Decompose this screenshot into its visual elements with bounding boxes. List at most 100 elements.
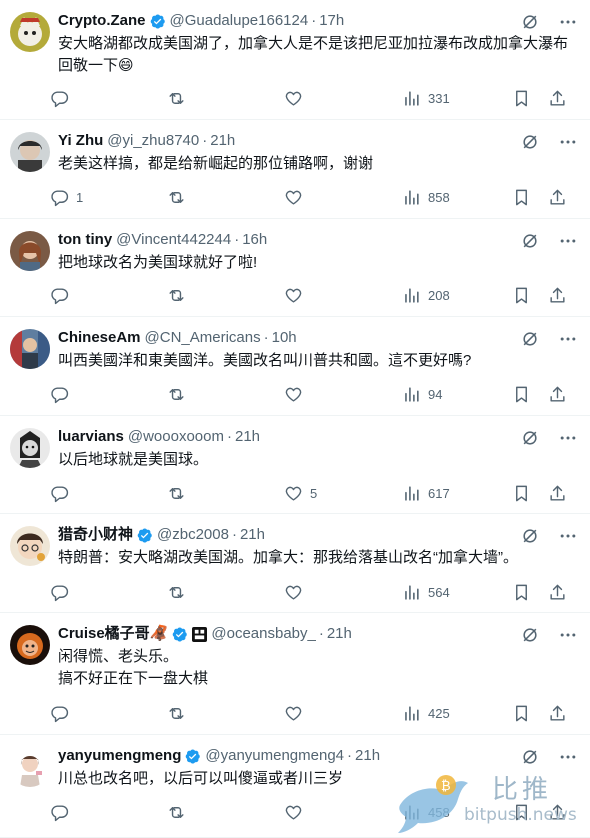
avatar[interactable] [10,526,50,566]
user-handle[interactable]: @oceansbaby_ [211,623,315,645]
reply-button[interactable] [50,383,76,405]
grok-icon[interactable] [520,329,540,349]
like-button[interactable] [284,801,310,823]
user-handle[interactable]: @zbc2008 [157,524,229,546]
avatar[interactable] [10,625,50,665]
retweet-button[interactable] [167,702,193,724]
user-handle[interactable]: @CN_Americans [145,327,261,349]
reply-button[interactable] [50,702,76,724]
timestamp[interactable]: 16h [242,229,267,251]
user-handle[interactable]: @Guadalupe166124 [170,10,309,32]
like-button[interactable] [284,702,310,724]
grok-icon[interactable] [520,132,540,152]
more-options-icon[interactable] [558,329,578,349]
bookmark-button[interactable] [512,581,531,603]
reply-button[interactable] [50,581,76,603]
retweet-button[interactable] [167,186,193,208]
views-button[interactable]: 617 [402,482,450,504]
share-button[interactable] [548,702,567,724]
user-handle[interactable]: @Vincent442244 [116,229,231,251]
more-options-icon[interactable] [558,132,578,152]
more-options-icon[interactable] [558,747,578,767]
like-button[interactable] [284,87,310,109]
tweet[interactable]: Yi Zhu @yi_zhu8740 · 21h 老美这样搞，都是给新崛起的那位铺路啊，… [0,120,590,219]
display-name[interactable]: ton tiny [58,229,112,251]
views-button[interactable]: 564 [402,581,450,603]
bookmark-button[interactable] [512,482,531,504]
avatar[interactable] [10,132,50,172]
views-button[interactable]: 94 [402,383,442,405]
retweet-button[interactable] [167,581,193,603]
views-button[interactable]: 331 [402,87,450,109]
retweet-button[interactable] [167,284,193,306]
user-handle[interactable]: @yi_zhu8740 [107,130,199,152]
timestamp[interactable]: 21h [355,745,380,767]
more-options-icon[interactable] [558,231,578,251]
like-button[interactable] [284,383,310,405]
like-button[interactable] [284,186,310,208]
like-button[interactable] [284,284,310,306]
grok-icon[interactable] [520,625,540,645]
display-name[interactable]: yanyumengmeng [58,745,181,767]
reply-button[interactable]: 1 [50,186,83,208]
more-options-icon[interactable] [558,625,578,645]
timestamp[interactable]: 21h [327,623,352,645]
views-button[interactable]: 208 [402,284,450,306]
tweet[interactable]: ton tiny @Vincent442244 · 16h 把地球改名为美国球就好了啦!… [0,219,590,317]
affiliate-badge-icon[interactable] [192,626,208,642]
share-button[interactable] [548,186,567,208]
bookmark-button[interactable] [512,383,531,405]
tweet[interactable]: Cruise橘子哥🦧 @oceansbaby_ · 21h 闲得慌、老头乐。 搞不好正在下… [0,613,590,735]
user-handle[interactable]: @woooxooom [128,426,224,448]
retweet-button[interactable] [167,383,193,405]
display-name[interactable]: 猎奇小财神 [58,524,133,546]
more-options-icon[interactable] [558,526,578,546]
grok-icon[interactable] [520,747,540,767]
share-button[interactable] [548,383,567,405]
avatar[interactable] [10,12,50,52]
grok-icon[interactable] [520,526,540,546]
retweet-button[interactable] [167,482,193,504]
tweet[interactable]: 猎奇小财神 @zbc2008 · 21h 特朗普：安大略湖改美国湖。加拿大：那我给落基山… [0,514,590,613]
more-options-icon[interactable] [558,428,578,448]
avatar[interactable] [10,329,50,369]
display-name[interactable]: Yi Zhu [58,130,103,152]
timestamp[interactable]: 21h [235,426,260,448]
reply-button[interactable] [50,284,76,306]
display-name[interactable]: ChineseAm [58,327,141,349]
display-name[interactable]: Crypto.Zane [58,10,146,32]
more-options-icon[interactable] [558,12,578,32]
timestamp[interactable]: 17h [319,10,344,32]
bookmark-button[interactable] [512,284,531,306]
bookmark-button[interactable] [512,87,531,109]
like-button[interactable]: 5 [284,482,317,504]
timestamp[interactable]: 21h [240,524,265,546]
share-button[interactable] [548,87,567,109]
timestamp[interactable]: 21h [210,130,235,152]
tweet[interactable]: luarvians @woooxooom · 21h 以后地球就是美国球。 5 617 [0,416,590,514]
bookmark-button[interactable] [512,702,531,724]
retweet-button[interactable] [167,87,193,109]
avatar[interactable] [10,428,50,468]
display-name[interactable]: Cruise橘子哥🦧 [58,623,168,645]
avatar[interactable] [10,231,50,271]
bookmark-button[interactable] [512,186,531,208]
tweet[interactable]: ChineseAm @CN_Americans · 10h 叫西美國洋和東美國洋。美國改… [0,317,590,416]
grok-icon[interactable] [520,428,540,448]
like-button[interactable] [284,581,310,603]
share-button[interactable] [548,482,567,504]
tweet[interactable]: Crypto.Zane @Guadalupe166124 · 17h 安大略湖都改成美国… [0,0,590,120]
retweet-button[interactable] [167,801,193,823]
reply-button[interactable] [50,801,76,823]
share-button[interactable] [548,581,567,603]
views-button[interactable]: 858 [402,186,450,208]
timestamp[interactable]: 10h [272,327,297,349]
share-button[interactable] [548,284,567,306]
grok-icon[interactable] [520,231,540,251]
reply-button[interactable] [50,482,76,504]
views-button[interactable]: 425 [402,702,450,724]
user-handle[interactable]: @yanyumengmeng4 [205,745,344,767]
reply-button[interactable] [50,87,76,109]
avatar[interactable] [10,747,50,787]
display-name[interactable]: luarvians [58,426,124,448]
